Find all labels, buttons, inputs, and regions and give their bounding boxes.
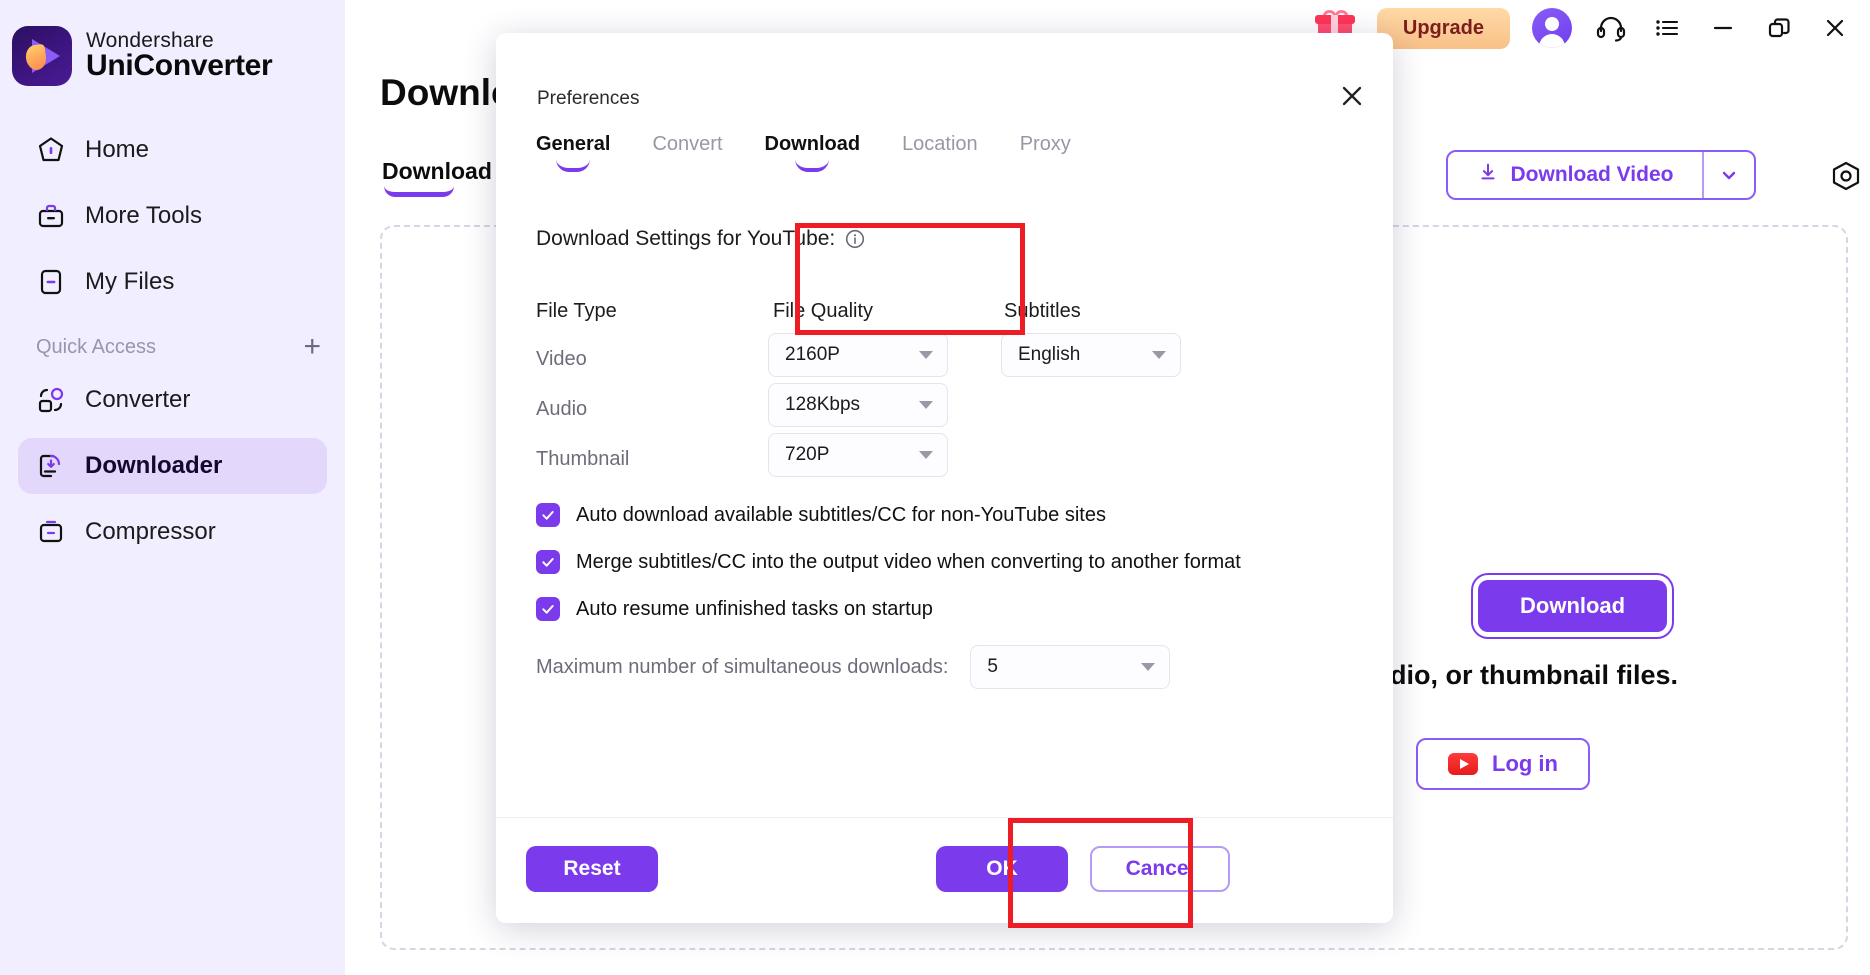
user-avatar-icon[interactable] [1532, 8, 1572, 48]
quick-access-header: Quick Access + [36, 332, 321, 362]
file-quality-audio-value: 128Kbps [785, 394, 861, 415]
preferences-dialog: Preferences General Convert Download Loc… [496, 33, 1393, 923]
brand-logo-block: Wondershare UniConverter [0, 0, 345, 86]
section-heading: Download Settings for YouTube: [536, 227, 836, 250]
youtube-login-button[interactable]: Log in [1416, 738, 1590, 790]
login-label: Log in [1492, 751, 1558, 776]
checkbox-auto-resume-tasks[interactable]: Auto resume unfinished tasks on startup [536, 597, 933, 621]
sidebar-item-label: My Files [85, 268, 175, 295]
chevron-down-icon [1141, 663, 1156, 671]
file-quality-audio-select[interactable]: 128Kbps [768, 383, 948, 427]
checkbox-label: Auto download available subtitles/CC for… [576, 503, 1106, 526]
max-downloads-value: 5 [987, 656, 998, 677]
download-video-button[interactable]: Download Video [1446, 150, 1756, 200]
chevron-down-icon [1152, 351, 1166, 359]
max-downloads-label: Maximum number of simultaneous downloads… [536, 655, 949, 678]
file-quality-thumbnail-value: 720P [785, 444, 830, 465]
sidebar-item-more-tools[interactable]: More Tools [18, 188, 327, 244]
checkbox-label: Merge subtitles/CC into the output video… [576, 550, 1241, 573]
file-quality-thumbnail-select[interactable]: 720P [768, 433, 948, 477]
plus-icon[interactable]: + [303, 332, 321, 362]
list-menu-icon[interactable] [1650, 11, 1684, 45]
max-downloads-select[interactable]: 5 [970, 645, 1171, 689]
chevron-down-icon [919, 401, 933, 409]
files-icon [36, 267, 66, 297]
tab-proxy[interactable]: Proxy [1020, 133, 1071, 170]
window-topbar: Upgrade [1314, 0, 1870, 56]
tab-general[interactable]: General [536, 133, 610, 170]
checkbox-label: Auto resume unfinished tasks on startup [576, 597, 933, 620]
column-header-file-quality: File Quality [773, 300, 874, 322]
checkbox-checked-icon [536, 597, 560, 621]
tab-location[interactable]: Location [902, 133, 978, 170]
chevron-down-icon [919, 451, 933, 459]
dialog-body: Download Settings for YouTube: File Type… [496, 185, 1393, 817]
checkbox-checked-icon [536, 503, 560, 527]
row-label-audio: Audio [536, 398, 588, 420]
brand-name-bottom: UniConverter [86, 49, 273, 83]
reset-button[interactable]: Reset [526, 846, 658, 892]
tab-download[interactable]: Download [765, 133, 861, 170]
row-label-video: Video [536, 348, 587, 370]
info-icon[interactable] [845, 229, 865, 249]
close-window-icon[interactable] [1818, 11, 1852, 45]
sidebar-item-home[interactable]: Home [18, 122, 327, 178]
sidebar-item-label: Downloader [85, 452, 223, 479]
converter-icon [36, 385, 66, 415]
download-arrow-icon [1477, 161, 1499, 189]
hex-gear-icon[interactable] [1830, 160, 1862, 192]
close-icon[interactable] [1335, 79, 1369, 113]
max-downloads-row: Maximum number of simultaneous downloads… [536, 645, 1171, 689]
drop-zone-hint: dio, or thumbnail files. [1390, 660, 1679, 690]
restore-window-icon[interactable] [1762, 11, 1796, 45]
tab-active-indicator [384, 186, 454, 197]
file-quality-video-value: 2160P [785, 344, 840, 365]
brand-name-top: Wondershare [86, 29, 214, 52]
minimize-icon[interactable] [1706, 11, 1740, 45]
dialog-title: Preferences [537, 88, 640, 109]
sidebar-nav: Home More Tools My Files Quick Access + … [0, 122, 345, 560]
toolbox-icon [36, 201, 66, 231]
subtitles-language-select[interactable]: English [1001, 333, 1181, 377]
checkbox-auto-download-subtitles[interactable]: Auto download available subtitles/CC for… [536, 503, 1106, 527]
column-header-subtitles: Subtitles [1004, 300, 1081, 322]
app-logo-icon [12, 26, 72, 86]
checkbox-merge-subtitles[interactable]: Merge subtitles/CC into the output video… [536, 550, 1241, 574]
sidebar-item-downloader[interactable]: Downloader [18, 438, 327, 494]
tab-convert[interactable]: Convert [652, 133, 722, 170]
sidebar-item-my-files[interactable]: My Files [18, 254, 327, 310]
subtitles-language-value: English [1018, 344, 1081, 365]
sidebar: Wondershare UniConverter Home More Tools… [0, 0, 345, 975]
chevron-down-icon[interactable] [1702, 152, 1754, 198]
sidebar-item-compressor[interactable]: Compressor [18, 504, 327, 560]
sidebar-item-label: Compressor [85, 518, 216, 545]
download-button[interactable]: Download [1478, 580, 1668, 632]
sidebar-item-label: More Tools [85, 202, 202, 229]
file-quality-video-select[interactable]: 2160P [768, 333, 948, 377]
home-icon [36, 135, 66, 165]
headset-icon[interactable] [1594, 11, 1628, 45]
downloader-icon [36, 451, 66, 481]
quick-access-label: Quick Access [36, 335, 157, 358]
tab-download[interactable]: Download [382, 158, 492, 185]
dialog-tabs: General Convert Download Location Proxy [536, 133, 1071, 170]
ok-button[interactable]: OK [936, 846, 1068, 892]
dialog-footer: Reset OK Cancel [496, 817, 1393, 923]
sidebar-item-label: Home [85, 136, 150, 163]
row-label-thumbnail: Thumbnail [536, 448, 630, 470]
sidebar-item-converter[interactable]: Converter [18, 372, 327, 428]
cancel-button[interactable]: Cancel [1090, 846, 1230, 892]
sidebar-item-label: Converter [85, 386, 191, 413]
download-video-label: Download Video [1510, 163, 1674, 186]
section-heading-row: Download Settings for YouTube: [536, 227, 865, 251]
chevron-down-icon [919, 351, 933, 359]
compressor-icon [36, 517, 66, 547]
app-window: Wondershare UniConverter Home More Tools… [0, 0, 1870, 975]
youtube-icon [1448, 753, 1478, 775]
column-header-file-type: File Type [536, 300, 617, 322]
checkbox-checked-icon [536, 550, 560, 574]
upgrade-button[interactable]: Upgrade [1376, 7, 1510, 49]
